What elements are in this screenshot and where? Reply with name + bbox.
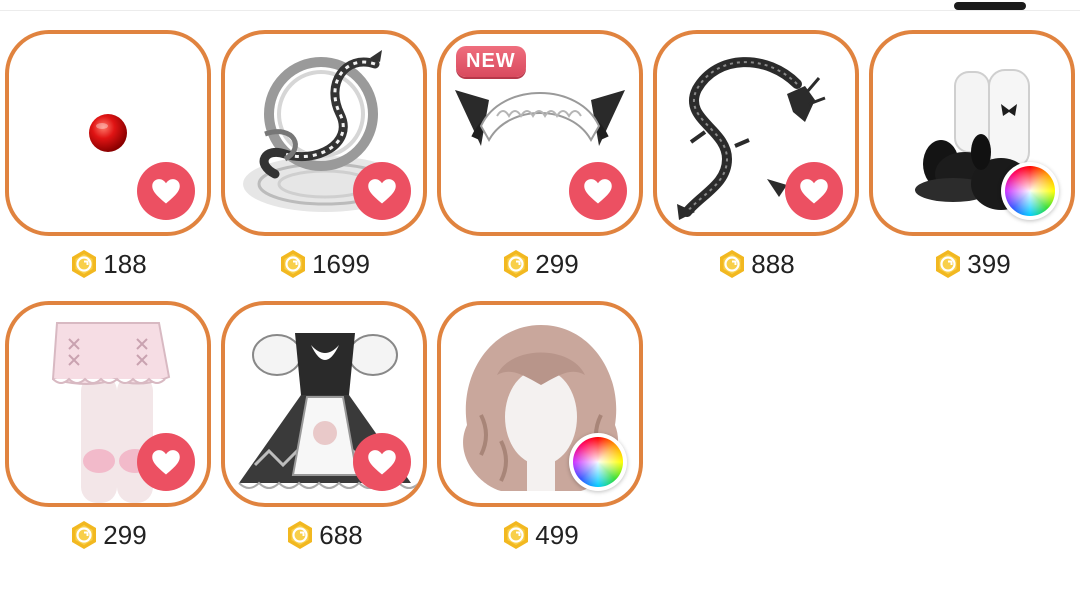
price-value: 299 <box>103 520 147 550</box>
price-value: 299 <box>535 249 579 279</box>
favorite-button[interactable] <box>137 162 195 220</box>
price-value: 188 <box>103 249 147 279</box>
heart-icon <box>152 450 180 475</box>
item-card[interactable] <box>437 301 643 507</box>
heart-icon <box>584 179 612 204</box>
item-card[interactable] <box>5 30 211 236</box>
gold-coin-icon <box>72 521 97 549</box>
heart-icon <box>800 179 828 204</box>
favorite-button[interactable] <box>353 433 411 491</box>
shop-item-bunny-shoes-socks: 399 <box>869 30 1075 279</box>
item-price: 888 <box>653 248 859 280</box>
shop-item-maid-lolita-dress: 688 <box>221 301 427 550</box>
gold-coin-icon <box>720 250 745 278</box>
price-value: 1699 <box>312 249 370 279</box>
item-price: 499 <box>437 519 643 551</box>
heart-icon <box>368 450 396 475</box>
gold-coin-icon <box>72 250 97 278</box>
new-badge: NEW <box>456 46 526 77</box>
item-card[interactable]: NEW <box>437 30 643 236</box>
scroll-indicator[interactable] <box>954 2 1026 10</box>
heart-icon <box>368 179 396 204</box>
shop-item-pink-bloomers-legs: 299 <box>5 301 211 550</box>
price-value: 499 <box>535 520 579 550</box>
item-card[interactable] <box>869 30 1075 236</box>
gold-coin-icon <box>936 250 961 278</box>
gold-coin-icon <box>281 250 306 278</box>
shop-item-wavy-pink-hair: 499 <box>437 301 643 550</box>
favorite-button[interactable] <box>785 162 843 220</box>
color-wheel-icon <box>573 437 623 487</box>
favorite-button[interactable] <box>569 162 627 220</box>
gold-coin-icon <box>504 521 529 549</box>
gold-coin-icon <box>288 521 313 549</box>
price-value: 888 <box>751 249 795 279</box>
favorite-button[interactable] <box>353 162 411 220</box>
heart-icon <box>152 179 180 204</box>
color-palette-button[interactable] <box>569 433 627 491</box>
item-price: 1699 <box>221 248 427 280</box>
shop-item-silver-dragon-halo: 1699 <box>221 30 427 279</box>
shop-item-black-dragon: 888 <box>653 30 859 279</box>
color-wheel-icon <box>1005 166 1055 216</box>
item-price: 688 <box>221 519 427 551</box>
item-card[interactable] <box>221 30 427 236</box>
top-divider <box>0 10 1080 11</box>
item-card[interactable] <box>653 30 859 236</box>
item-price: 299 <box>437 248 643 280</box>
gold-coin-icon <box>504 250 529 278</box>
item-card[interactable] <box>5 301 211 507</box>
shop-item-maid-cat-ears-headband: NEW 299 <box>437 30 643 279</box>
item-card[interactable] <box>221 301 427 507</box>
favorite-button[interactable] <box>137 433 195 491</box>
price-value: 399 <box>967 249 1011 279</box>
price-value: 688 <box>319 520 363 550</box>
item-price: 188 <box>5 248 211 280</box>
shop-item-red-nose: 188 <box>5 30 211 279</box>
item-price: 399 <box>869 248 1075 280</box>
item-price: 299 <box>5 519 211 551</box>
color-palette-button[interactable] <box>1001 162 1059 220</box>
